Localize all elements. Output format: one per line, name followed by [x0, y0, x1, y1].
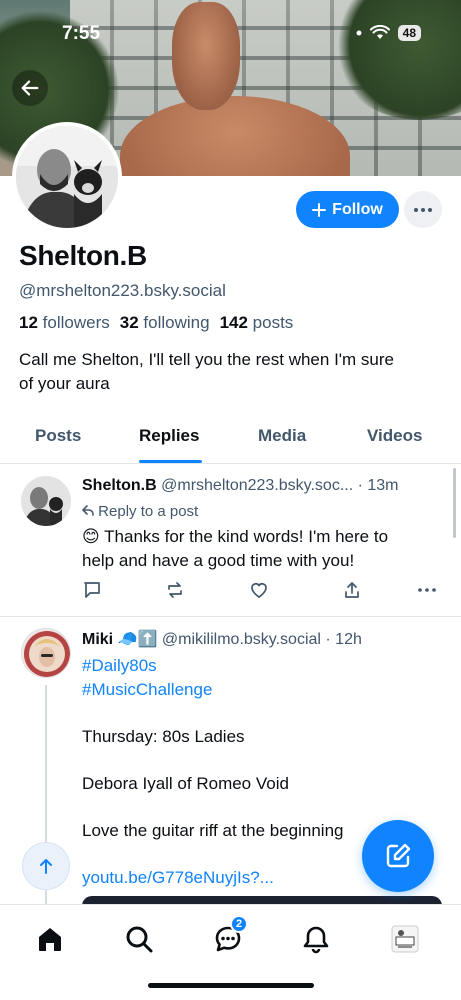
profile-display-name: Shelton.B: [19, 240, 147, 271]
nav-notifications[interactable]: [296, 921, 336, 957]
status-bar: 7:55 48: [0, 0, 461, 60]
tab-replies[interactable]: Replies: [139, 426, 199, 446]
feed-post[interactable]: Shelton.B @mrshelton223.bsky.soc... · 13…: [0, 464, 461, 616]
tab-posts[interactable]: Posts: [35, 426, 81, 446]
post-text: 😊 Thanks for the kind words! I'm here to…: [82, 527, 389, 570]
pencil-square-icon: [386, 843, 411, 868]
post-author-handle[interactable]: @mikililmo.bsky.social: [162, 631, 321, 648]
follow-label: Follow: [332, 200, 383, 218]
follow-button[interactable]: Follow: [296, 191, 399, 228]
repost-button[interactable]: [165, 580, 185, 605]
chat-badge: 2: [230, 915, 248, 933]
nav-search[interactable]: [119, 921, 159, 957]
post-author-name[interactable]: Shelton.B: [82, 477, 157, 494]
scroll-to-top-button[interactable]: [22, 842, 70, 890]
hashtag-link[interactable]: #Daily80s: [82, 654, 442, 678]
signal-icon: [356, 30, 362, 36]
post-author-name[interactable]: Miki: [82, 631, 113, 648]
back-button[interactable]: [12, 70, 48, 106]
nav-home[interactable]: [30, 921, 70, 957]
battery-indicator: 48: [397, 25, 421, 41]
profile-handle: @mrshelton223.bsky.social: [19, 281, 226, 300]
reply-context[interactable]: Reply to a post: [82, 503, 198, 520]
post-actions: [82, 580, 442, 604]
repost-icon: [168, 582, 182, 598]
home-icon: [39, 928, 61, 951]
post-timestamp[interactable]: · 13m: [358, 477, 399, 494]
plus-icon: [312, 202, 327, 217]
reply-context-label: Reply to a post: [98, 503, 199, 520]
post-avatar[interactable]: [21, 476, 71, 526]
arrow-left-icon: [21, 80, 39, 96]
profile-bio: Call me Shelton, I'll tell you the rest …: [19, 350, 394, 393]
tab-videos[interactable]: Videos: [367, 426, 422, 446]
profile-avatar-icon: [391, 925, 419, 953]
profile-stats: 12 followers 32 following 142 posts: [19, 313, 293, 333]
nav-profile[interactable]: [385, 921, 425, 957]
share-button[interactable]: [342, 580, 362, 605]
share-icon: [345, 582, 359, 598]
status-time: 7:55: [62, 23, 101, 44]
hashtag-link[interactable]: #MusicChallenge: [82, 678, 442, 702]
profile-tabs: Posts Replies Media Videos: [0, 412, 461, 464]
home-indicator: [148, 983, 314, 988]
comment-icon: [84, 582, 100, 598]
post-author-handle[interactable]: @mrshelton223.bsky.soc...: [161, 477, 353, 494]
post-avatar[interactable]: [21, 628, 71, 678]
scrollbar[interactable]: [453, 468, 456, 538]
author-badges: 🧢⬆️: [117, 631, 158, 648]
arrow-up-icon: [40, 859, 52, 874]
avatar-image: [16, 126, 118, 228]
emoji: 😊: [82, 527, 100, 546]
ellipsis-icon: [418, 588, 436, 592]
post-header: Miki 🧢⬆️ @mikililmo.bsky.social · 12h: [82, 629, 362, 649]
profile-avatar[interactable]: [12, 122, 122, 232]
reply-button[interactable]: [82, 580, 102, 605]
like-button[interactable]: [249, 580, 269, 605]
following-stat[interactable]: 32 following: [120, 313, 210, 333]
more-options-button[interactable]: [404, 191, 442, 228]
posts-stat: 142 posts: [219, 313, 294, 332]
post-timestamp[interactable]: · 12h: [325, 631, 361, 648]
wifi-icon: [369, 25, 390, 39]
followers-stat[interactable]: 12 followers: [19, 313, 110, 333]
nav-chat[interactable]: 2: [208, 915, 248, 957]
active-tab-indicator: [139, 460, 202, 463]
ellipsis-icon: [414, 207, 432, 212]
search-icon: [126, 926, 153, 953]
reply-arrow-icon: [82, 505, 94, 516]
tab-media[interactable]: Media: [258, 426, 306, 446]
heart-icon: [251, 583, 267, 598]
post-more-button[interactable]: [417, 580, 437, 605]
bell-icon: [303, 926, 329, 954]
compose-button[interactable]: [362, 820, 434, 892]
post-header: Shelton.B @mrshelton223.bsky.soc... · 13…: [82, 477, 399, 495]
